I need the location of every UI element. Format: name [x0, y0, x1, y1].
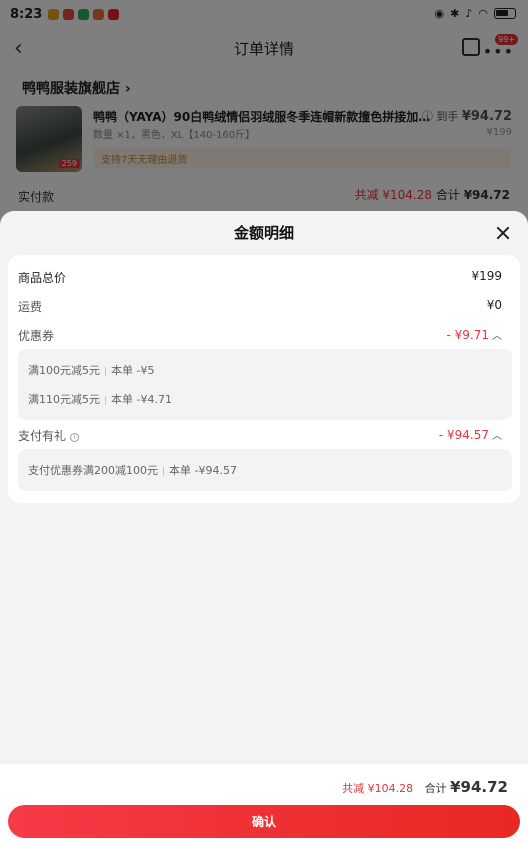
coupon-detail-box: 满100元减5元 | 本单 -¥5 满110元减5元 | 本单 -¥4.71 — [18, 349, 512, 420]
amount-breakdown-card: 商品总价 ¥199 运费 ¥0 优惠券 - ¥9.71 ︿ 满100元减5元 | 本单… — [8, 255, 520, 503]
coupon-row[interactable]: 优惠券 - ¥9.71 ︿ — [18, 327, 510, 344]
chevron-up-icon: ︿ — [492, 431, 502, 442]
footer-summary: 共减 ¥104.28 合计 ¥94.72 — [342, 778, 508, 796]
shipping-row: 运费 ¥0 — [18, 298, 510, 315]
coupon-line: 满100元减5元 | 本单 -¥5 — [28, 364, 155, 377]
footer-total-label: 合计 — [424, 782, 447, 795]
sheet-title: 金额明细 — [233, 223, 294, 242]
payment-gift-value[interactable]: - ¥94.57 ︿ — [439, 427, 502, 442]
shipping-label: 运费 — [18, 300, 43, 314]
amount-detail-sheet: 金额明细 商品总价 ¥199 运费 ¥0 优惠券 - ¥9.71 ︿ 满100元减… — [0, 211, 528, 844]
footer-discount: 共减 ¥104.28 — [342, 782, 414, 795]
shipping-value: ¥0 — [486, 298, 502, 312]
chevron-up-icon: ︿ — [492, 331, 502, 342]
footer-total: ¥94.72 — [450, 778, 508, 796]
coupon-line: 满110元减5元 | 本单 -¥4.71 — [28, 393, 173, 406]
close-icon[interactable] — [496, 226, 510, 240]
payment-gift-row[interactable]: 支付有礼 i - ¥94.57 ︿ — [18, 427, 510, 444]
coupon-value[interactable]: - ¥9.71 ︿ — [447, 327, 503, 342]
sheet-header: 金额明细 — [0, 211, 528, 253]
goods-total-value: ¥199 — [471, 269, 502, 283]
info-icon[interactable]: i — [70, 433, 80, 442]
bottom-action-bar: 共减 ¥104.28 合计 ¥94.72 确认 — [0, 764, 528, 844]
payment-gift-detail-box: 支付优惠券满200减100元 | 本单 -¥94.57 — [18, 449, 512, 491]
payment-gift-label: 支付有礼 — [18, 429, 67, 443]
confirm-button[interactable]: 确认 — [8, 805, 520, 838]
goods-total-row: 商品总价 ¥199 — [18, 269, 510, 286]
goods-total-label: 商品总价 — [18, 271, 67, 285]
coupon-label: 优惠券 — [18, 329, 55, 343]
payment-gift-line: 支付优惠券满200减100元 | 本单 -¥94.57 — [28, 464, 238, 477]
